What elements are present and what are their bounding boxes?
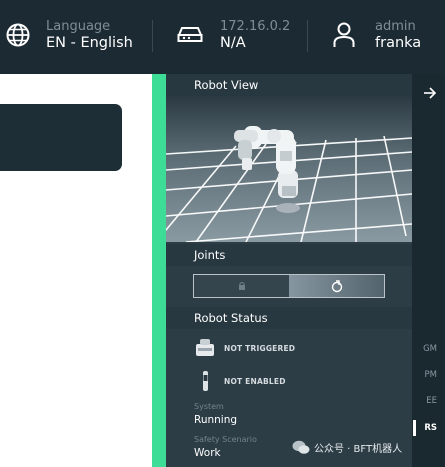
system-label: System: [194, 402, 224, 411]
network-device-icon: [177, 27, 203, 42]
header-divider: [152, 20, 153, 52]
joints-title: Joints: [166, 244, 412, 266]
joint-locked-icon: [238, 282, 245, 290]
enabling-device-label: NOT ENABLED: [224, 376, 286, 386]
language-label: Language: [46, 19, 111, 34]
safety-scenario-value: Work: [194, 447, 221, 459]
system-value: Running: [194, 414, 238, 426]
wechat-icon: [292, 440, 310, 454]
language-value: EN - English: [46, 35, 133, 51]
user-name: franka: [375, 35, 422, 51]
joint-free-option[interactable]: [289, 275, 384, 297]
emergency-stop-status: NOT TRIGGERED: [194, 338, 295, 358]
arrow-right-icon[interactable]: [423, 86, 437, 100]
content-card[interactable]: [0, 104, 122, 171]
side-panel: Robot View Joints Robot Status NOT TRIGG…: [166, 74, 412, 467]
enabling-device-icon: [203, 371, 208, 391]
joint-lock-option[interactable]: [194, 275, 289, 297]
joint-unlocked-icon: [331, 280, 342, 293]
watermark: 公众号 · BFT机器人: [292, 440, 402, 455]
ip-address: 172.16.0.2: [220, 19, 291, 34]
main-content: [0, 74, 152, 467]
header-divider: [307, 20, 308, 52]
network-status[interactable]: 172.16.0.2 N/A: [177, 18, 290, 52]
sidebar-item-pm[interactable]: PM: [425, 370, 437, 380]
globe-icon: [6, 23, 30, 47]
watermark-text: 公众号 · BFT机器人: [314, 444, 403, 455]
right-sidebar: GM PM EE RS: [412, 74, 445, 467]
enabling-device-status: NOT ENABLED: [194, 369, 286, 393]
safety-scenario-label: Safety Scenario: [194, 435, 257, 444]
sidebar-item-gm[interactable]: GM: [423, 344, 437, 354]
robot-3d-scene: [166, 126, 412, 242]
robot-view-title: Robot View: [166, 74, 412, 96]
sidebar-item-ee[interactable]: EE: [426, 396, 437, 406]
user-menu[interactable]: admin franka: [333, 18, 421, 52]
user-role: admin: [375, 19, 416, 34]
robot-view-viewport[interactable]: [166, 96, 412, 242]
robot-status-title: Robot Status: [166, 307, 412, 329]
top-header: Language EN - English 172.16.0.2 N/A adm…: [0, 0, 445, 74]
sidebar-item-rs[interactable]: RS: [424, 423, 437, 433]
user-icon: [333, 22, 355, 47]
emergency-stop-icon: [196, 339, 214, 356]
network-value: N/A: [220, 35, 246, 51]
language-selector[interactable]: Language EN - English: [6, 18, 133, 52]
joint-mode-toggle[interactable]: [193, 274, 385, 298]
emergency-stop-label: NOT TRIGGERED: [224, 343, 296, 353]
active-indicator: [413, 420, 416, 436]
accent-stripe: [152, 74, 166, 467]
